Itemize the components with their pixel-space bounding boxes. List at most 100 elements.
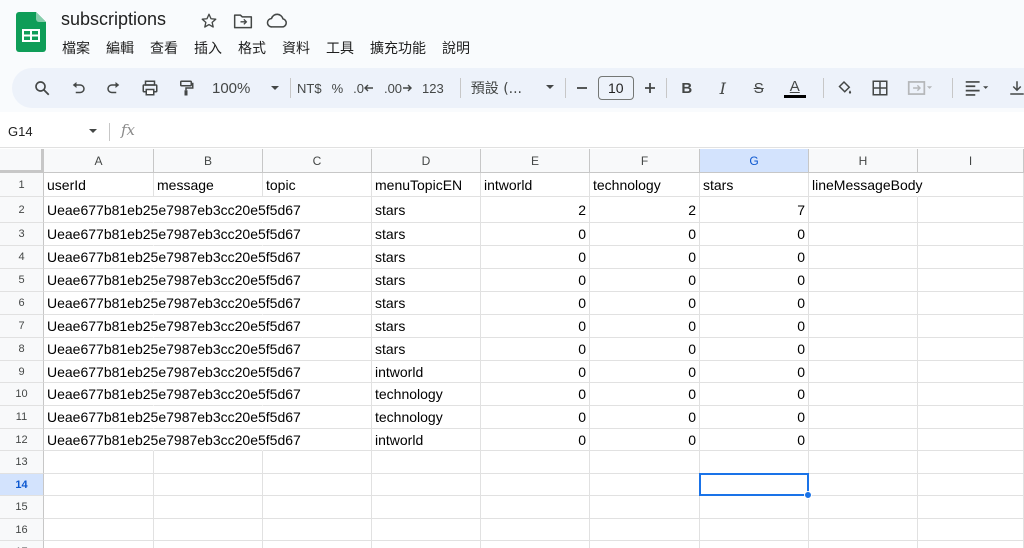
cell-i4[interactable]: [918, 246, 1024, 269]
merge-cells-icon[interactable]: [902, 74, 938, 102]
cell-g16[interactable]: [700, 519, 809, 541]
cell-i6[interactable]: [918, 292, 1024, 315]
paint-format-icon[interactable]: [172, 74, 200, 102]
cell-e13[interactable]: [481, 451, 590, 474]
cell-f8[interactable]: 0: [590, 338, 700, 361]
cell-e11[interactable]: 0: [481, 406, 590, 429]
cell-g4[interactable]: 0: [700, 246, 809, 269]
cell-e17[interactable]: [481, 541, 590, 548]
vertical-align-icon[interactable]: [1003, 74, 1024, 102]
cell-a11[interactable]: Ueae677b81eb25e7987eb3cc20e5f5d67: [44, 406, 301, 429]
row-header-7[interactable]: 7: [0, 315, 44, 338]
column-header-d[interactable]: D: [372, 149, 481, 173]
cell-d13[interactable]: [372, 451, 481, 474]
cell-h11[interactable]: [809, 406, 918, 429]
format-percent-button[interactable]: %: [332, 74, 344, 102]
document-title[interactable]: subscriptions: [61, 9, 166, 30]
row-header-17[interactable]: 17: [0, 541, 44, 548]
cell-g7[interactable]: 0: [700, 315, 809, 338]
cell-a15[interactable]: [44, 496, 154, 519]
cell-f10[interactable]: 0: [590, 383, 700, 406]
strikethrough-button[interactable]: S: [745, 74, 773, 102]
font-size-input[interactable]: 10: [597, 76, 634, 100]
cell-i15[interactable]: [918, 496, 1024, 519]
cell-d9[interactable]: intworld: [372, 361, 481, 383]
cell-b15[interactable]: [154, 496, 263, 519]
cell-i11[interactable]: [918, 406, 1024, 429]
column-header-e[interactable]: E: [481, 149, 590, 173]
cell-d3[interactable]: stars: [372, 223, 481, 246]
cell-f17[interactable]: [590, 541, 700, 548]
cell-e4[interactable]: 0: [481, 246, 590, 269]
cell-f15[interactable]: [590, 496, 700, 519]
cell-g1[interactable]: stars: [700, 173, 809, 197]
print-icon[interactable]: [136, 74, 164, 102]
cell-h9[interactable]: [809, 361, 918, 383]
cell-g12[interactable]: 0: [700, 429, 809, 451]
cell-a8[interactable]: Ueae677b81eb25e7987eb3cc20e5f5d67: [44, 338, 301, 361]
cell-d11[interactable]: technology: [372, 406, 481, 429]
cell-f6[interactable]: 0: [590, 292, 700, 315]
cell-a2[interactable]: Ueae677b81eb25e7987eb3cc20e5f5d67: [44, 197, 301, 223]
cell-h10[interactable]: [809, 383, 918, 406]
cell-h2[interactable]: [809, 197, 918, 223]
row-header-3[interactable]: 3: [0, 223, 44, 246]
row-header-16[interactable]: 16: [0, 519, 44, 541]
cell-h8[interactable]: [809, 338, 918, 361]
horizontal-align-icon[interactable]: [959, 74, 995, 102]
cell-f5[interactable]: 0: [590, 269, 700, 292]
font-family-select[interactable]: 預設 (...: [467, 74, 559, 102]
cell-a3[interactable]: Ueae677b81eb25e7987eb3cc20e5f5d67: [44, 223, 301, 246]
cell-b14[interactable]: [154, 474, 263, 496]
cell-f3[interactable]: 0: [590, 223, 700, 246]
cell-e12[interactable]: 0: [481, 429, 590, 451]
cell-i16[interactable]: [918, 519, 1024, 541]
cell-c16[interactable]: [263, 519, 372, 541]
cell-d15[interactable]: [372, 496, 481, 519]
cell-f14[interactable]: [590, 474, 700, 496]
cell-e15[interactable]: [481, 496, 590, 519]
cell-f13[interactable]: [590, 451, 700, 474]
cell-h16[interactable]: [809, 519, 918, 541]
row-header-14[interactable]: 14: [0, 474, 44, 496]
cell-c13[interactable]: [263, 451, 372, 474]
menu-extensions[interactable]: 擴充功能: [362, 37, 434, 59]
cell-d1[interactable]: menuTopicEN: [372, 173, 481, 197]
name-box[interactable]: G14: [8, 120, 100, 142]
menu-view[interactable]: 查看: [142, 37, 186, 59]
cell-e3[interactable]: 0: [481, 223, 590, 246]
cell-d14[interactable]: [372, 474, 481, 496]
cell-a4[interactable]: Ueae677b81eb25e7987eb3cc20e5f5d67: [44, 246, 301, 269]
cell-i12[interactable]: [918, 429, 1024, 451]
cell-i5[interactable]: [918, 269, 1024, 292]
cell-a13[interactable]: [44, 451, 154, 474]
cell-g8[interactable]: 0: [700, 338, 809, 361]
cell-a14[interactable]: [44, 474, 154, 496]
cell-g5[interactable]: 0: [700, 269, 809, 292]
cell-a1[interactable]: userId: [44, 173, 154, 197]
cell-a12[interactable]: Ueae677b81eb25e7987eb3cc20e5f5d67: [44, 429, 301, 451]
cell-a9[interactable]: Ueae677b81eb25e7987eb3cc20e5f5d67: [44, 361, 301, 383]
menu-insert[interactable]: 插入: [186, 37, 230, 59]
fill-handle[interactable]: [804, 491, 812, 499]
cell-e1[interactable]: intworld: [481, 173, 590, 197]
row-header-9[interactable]: 9: [0, 361, 44, 383]
spreadsheet-grid[interactable]: A B C D E F G H I 1 userId message topic menuTopicEN i…: [0, 149, 1024, 548]
menu-tools[interactable]: 工具: [318, 37, 362, 59]
cell-a10[interactable]: Ueae677b81eb25e7987eb3cc20e5f5d67: [44, 383, 301, 406]
cell-h1[interactable]: lineMessageBody: [809, 173, 923, 197]
cell-b16[interactable]: [154, 519, 263, 541]
cell-d8[interactable]: stars: [372, 338, 481, 361]
row-header-2[interactable]: 2: [0, 197, 44, 223]
cell-g10[interactable]: 0: [700, 383, 809, 406]
chevron-down-icon[interactable]: [88, 124, 98, 139]
menu-data[interactable]: 資料: [274, 37, 318, 59]
cell-e6[interactable]: 0: [481, 292, 590, 315]
cell-d2[interactable]: stars: [372, 197, 481, 223]
search-menus-icon[interactable]: [28, 74, 56, 102]
column-header-g[interactable]: G: [700, 149, 809, 173]
row-header-11[interactable]: 11: [0, 406, 44, 429]
cell-h4[interactable]: [809, 246, 918, 269]
cell-g9[interactable]: 0: [700, 361, 809, 383]
cell-h12[interactable]: [809, 429, 918, 451]
